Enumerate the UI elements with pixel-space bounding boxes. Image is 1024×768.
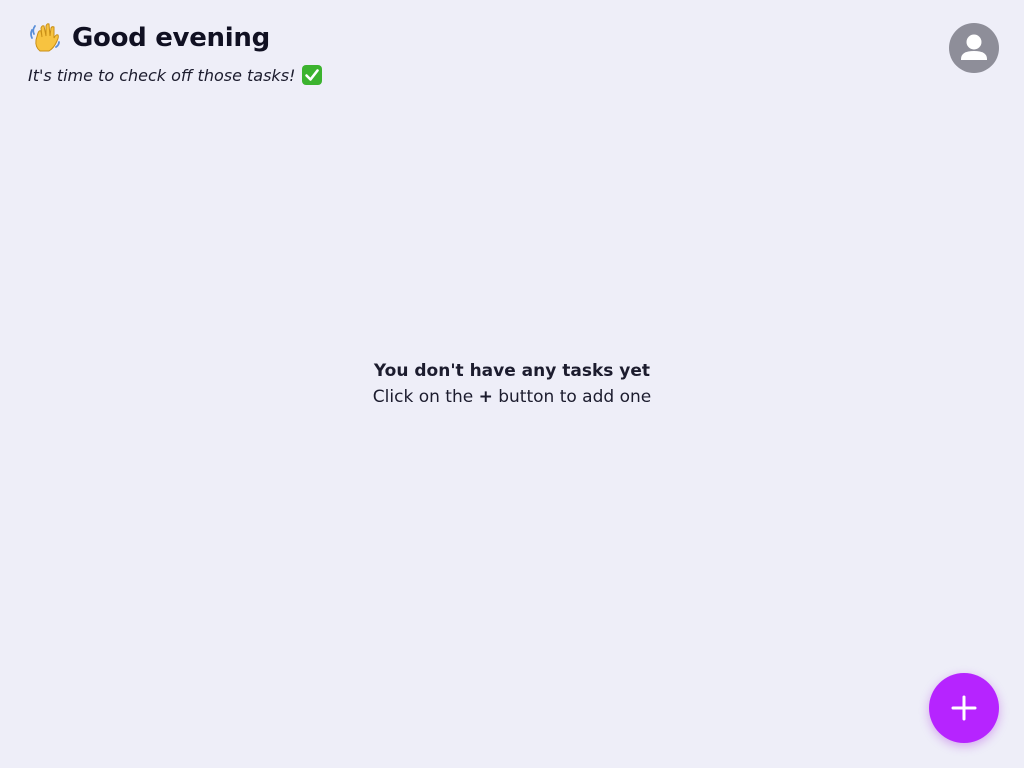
app-root: Good evening It's time to check off thos…: [0, 0, 1024, 768]
check-mark-button-icon: [301, 64, 323, 86]
greeting-row: Good evening: [28, 18, 323, 58]
plus-symbol-inline: +: [478, 387, 493, 407]
header: Good evening It's time to check off thos…: [28, 18, 323, 87]
subtitle-row: It's time to check off those tasks!: [28, 63, 323, 87]
greeting-title: Good evening: [72, 23, 270, 53]
subtitle-text: It's time to check off those tasks!: [28, 65, 296, 85]
empty-state-hint-before: Click on the: [372, 387, 479, 407]
plus-icon: [951, 695, 977, 721]
empty-state: You don't have any tasks yet Click on th…: [0, 358, 1024, 410]
waving-hand-icon: [28, 21, 62, 55]
empty-state-hint: Click on the + button to add one: [0, 384, 1024, 410]
user-icon: [961, 34, 987, 60]
avatar-button[interactable]: [949, 23, 999, 73]
empty-state-title: You don't have any tasks yet: [373, 361, 651, 381]
empty-state-hint-after: button to add one: [492, 387, 652, 407]
add-task-button[interactable]: [929, 673, 999, 743]
